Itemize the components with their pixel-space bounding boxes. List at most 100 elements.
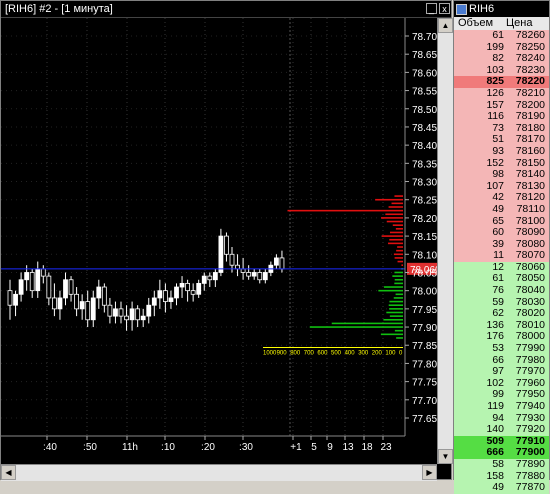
volume-scale-label: 800 (290, 351, 301, 357)
candle-body (85, 301, 91, 321)
candle-body (18, 279, 24, 295)
x-tick-label: :30 (239, 442, 253, 453)
y-tick-label: 77.650 (412, 414, 437, 425)
scroll-left-arrow-icon[interactable]: ◀ (1, 465, 16, 480)
close-button[interactable]: x (439, 3, 450, 14)
bid-depth-bar (392, 275, 403, 277)
bid-volume: 58 (492, 457, 504, 470)
volume-scale-label: 300 (358, 351, 369, 357)
candle-body (151, 297, 157, 306)
candle-body (279, 257, 285, 270)
candle-body (135, 308, 141, 321)
bid-row[interactable]: 58 77890 (454, 457, 549, 471)
ask-row[interactable]: 93 78160 (454, 144, 549, 158)
candle-body (79, 301, 85, 310)
bid-depth-bar (394, 278, 403, 281)
y-tick-label: 78.450 (412, 123, 437, 134)
bid-depth-bar (380, 333, 403, 336)
ask-depth-bar (381, 217, 403, 219)
candle-body (13, 293, 18, 306)
ask-row[interactable]: 98 78140 (454, 169, 549, 181)
candle-body (251, 272, 257, 277)
candle-body (157, 290, 163, 299)
candle-body (140, 315, 146, 321)
minimize-button[interactable]: _ (426, 3, 437, 14)
y-tick-label: 77.800 (412, 359, 437, 370)
scroll-up-arrow-icon[interactable]: ▲ (438, 18, 453, 33)
ask-row[interactable]: 61 78260 (454, 29, 549, 42)
order-book-title-bar[interactable]: RIH6 (454, 1, 549, 17)
bid-row[interactable]: 158 77880 (454, 470, 549, 483)
bid-price: 77870 (515, 481, 545, 494)
candle-body (124, 315, 129, 321)
y-tick-label: 77.750 (412, 378, 437, 389)
ask-depth-bar (401, 264, 403, 266)
candle-body (118, 308, 124, 317)
bid-depth-bar (393, 297, 403, 299)
candle-body (35, 268, 41, 292)
chart-horizontal-scrollbar[interactable]: ◀ ▶ (1, 464, 437, 481)
candle-body (101, 286, 107, 306)
bid-price: 78040 (515, 284, 545, 297)
chart-vertical-scrollbar[interactable]: ▲ ▼ (437, 18, 453, 464)
y-tick-label: 77.850 (412, 341, 437, 352)
candle-body (257, 272, 263, 281)
x-tick-label: :10 (161, 442, 175, 453)
bid-depth-bar (383, 286, 403, 288)
y-tick-label: 77.900 (412, 323, 437, 334)
ask-row[interactable]: 126 78210 (454, 86, 549, 100)
ask-depth-bar (389, 231, 403, 234)
bid-depth-bar (395, 293, 403, 296)
chart-window: [RIH6] #2 - [1 минута] _ x 78.0601000900… (0, 0, 453, 481)
bid-volume: 49 (492, 481, 504, 494)
ask-depth-bar (396, 249, 403, 252)
bid-price: 77890 (515, 457, 545, 470)
bid-depth-bar (388, 304, 403, 307)
ask-depth-bar (395, 228, 403, 230)
candle-body (212, 272, 218, 281)
ask-row[interactable]: 60 78090 (454, 226, 549, 239)
candle-body (7, 290, 13, 306)
volume-scale-label: 700 (304, 351, 315, 357)
y-tick-label: 78.500 (412, 105, 437, 116)
bid-row[interactable]: 49 77870 (454, 482, 549, 494)
ask-depth-bar (394, 195, 403, 197)
y-tick-label: 78.100 (412, 250, 437, 261)
candle-body (90, 297, 96, 321)
bid-row[interactable]: 76 78040 (454, 284, 549, 297)
ask-price: 78160 (515, 144, 545, 157)
y-tick-label: 78.050 (412, 268, 437, 279)
column-header-volume[interactable]: Объем (458, 17, 493, 30)
x-tick-label: 13 (342, 442, 354, 453)
candle-body (52, 297, 57, 310)
y-tick-label: 78.300 (412, 178, 437, 189)
candle-body (113, 308, 118, 317)
ask-price: 78260 (515, 29, 545, 41)
ask-price: 78210 (515, 86, 545, 99)
candle-body (129, 308, 135, 321)
ask-volume: 49 (492, 202, 504, 215)
candle-body (24, 272, 30, 281)
bid-row[interactable]: 119 77940 (454, 400, 549, 413)
y-tick-label: 78.000 (412, 287, 437, 298)
ask-volume: 93 (492, 144, 504, 157)
scroll-right-arrow-icon[interactable]: ▶ (422, 465, 437, 480)
y-tick-label: 78.200 (412, 214, 437, 225)
volume-scale-label: 400 (345, 351, 356, 357)
price-chart[interactable]: 78.06010009008007006005004003002001000 7… (1, 18, 437, 464)
x-tick-label: +1 (290, 442, 302, 453)
x-tick-label: 5 (311, 442, 317, 453)
candle-body (68, 279, 74, 295)
candle-body (218, 235, 224, 273)
candle-body (63, 279, 68, 299)
order-book-rows: 61 78260 199 78250 82 78240 103 78230 825 78220 12… (454, 29, 549, 494)
chart-title-bar[interactable]: [RIH6] #2 - [1 минута] _ x (1, 1, 451, 18)
y-tick-label: 78.400 (412, 141, 437, 152)
ask-row[interactable]: 49 78110 (454, 202, 549, 216)
candle-body (246, 272, 252, 277)
order-book-window: RIH6 Объем Цена 61 78260 199 78250 82 78240 10… (453, 0, 550, 494)
scroll-down-arrow-icon[interactable]: ▼ (438, 449, 453, 464)
chart-window-title: [RIH6] #2 - [1 минута] (5, 3, 113, 15)
ask-row[interactable]: 116 78190 (454, 111, 549, 123)
bid-row[interactable]: 53 77990 (454, 342, 549, 355)
